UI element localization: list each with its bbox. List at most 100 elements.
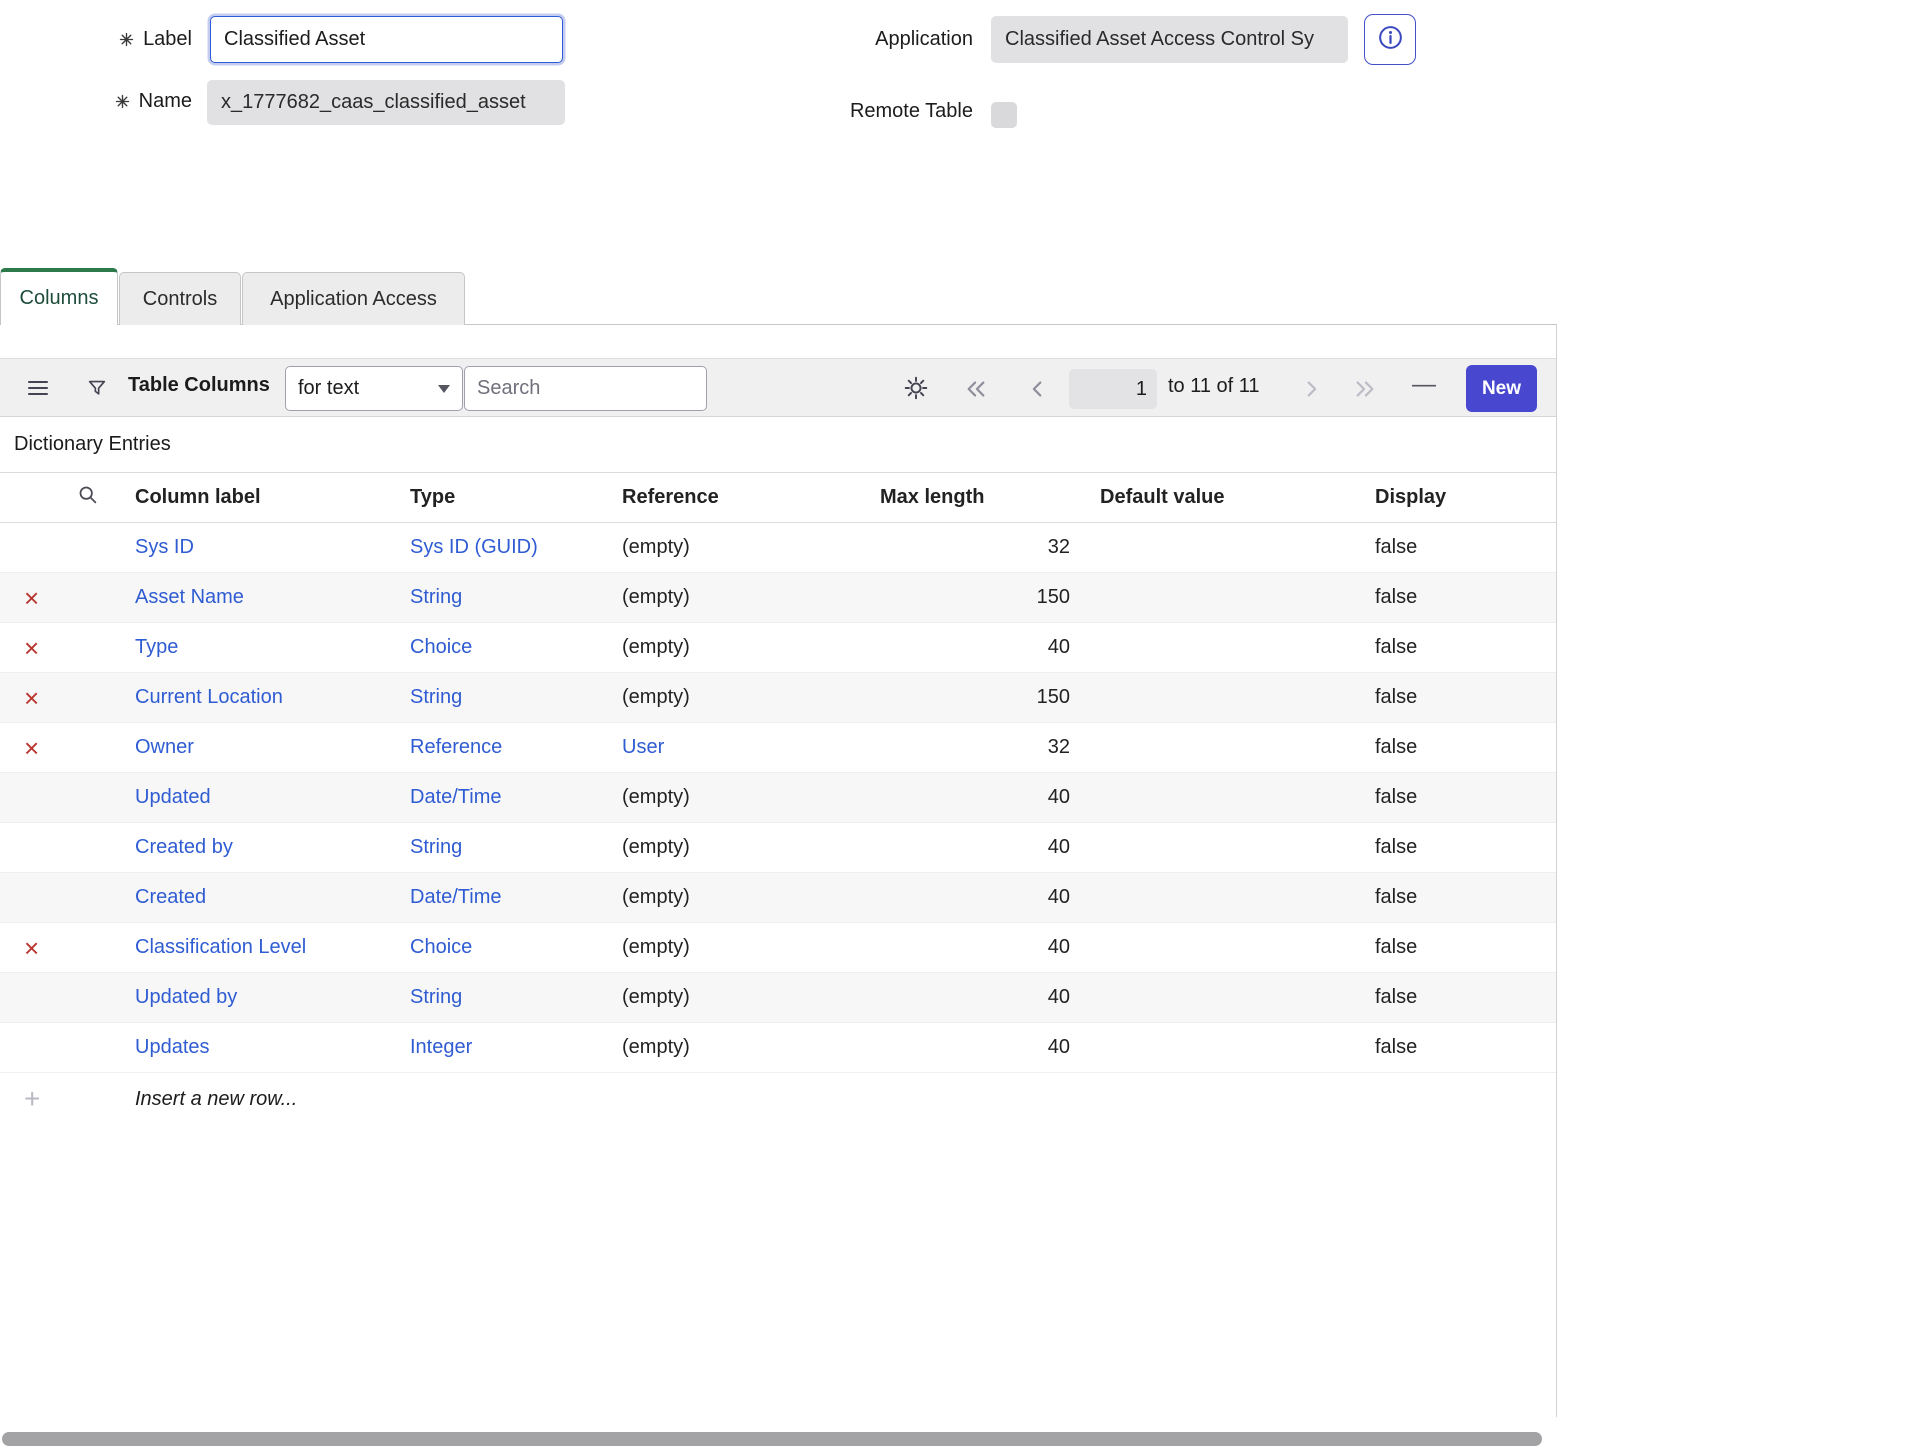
type-link[interactable]: Date/Time: [410, 886, 502, 908]
type-link[interactable]: Choice: [410, 936, 472, 958]
column-label-link[interactable]: Sys ID: [135, 536, 194, 558]
table-row: × Updated Date/Time (empty) 40 false: [0, 773, 1557, 823]
column-label-link[interactable]: Type: [135, 636, 178, 658]
first-page-button[interactable]: [963, 378, 989, 405]
new-button[interactable]: New: [1466, 365, 1537, 412]
column-label-link[interactable]: Created: [135, 886, 206, 908]
pagination-text: to 11 of 11: [1168, 375, 1260, 398]
insert-row-label[interactable]: Insert a new row...: [135, 1088, 297, 1110]
type-link[interactable]: Integer: [410, 1036, 472, 1058]
cell-max-length: 40: [855, 886, 1070, 909]
type-link[interactable]: Choice: [410, 636, 472, 658]
cell-delete: ×: [0, 838, 110, 858]
column-label-link[interactable]: Owner: [135, 736, 194, 758]
reference-value: (empty): [622, 836, 690, 858]
cell-max-length: 150: [855, 586, 1070, 609]
header-display[interactable]: Display: [1350, 486, 1557, 509]
column-label-link[interactable]: Updated by: [135, 986, 237, 1008]
column-label-link[interactable]: Current Location: [135, 686, 283, 708]
type-link[interactable]: String: [410, 586, 462, 608]
previous-page-button[interactable]: [1027, 378, 1049, 405]
reference-value: (empty): [622, 586, 690, 608]
cell-type: String: [410, 686, 622, 709]
list-title: Table Columns: [128, 374, 270, 397]
cell-delete: ×: [0, 938, 110, 958]
cell-reference: User: [622, 736, 855, 759]
delete-row-icon[interactable]: ×: [24, 738, 39, 758]
column-label-link[interactable]: Updated: [135, 786, 211, 808]
mandatory-icon: [119, 32, 134, 47]
name-field-label: Name: [0, 90, 192, 113]
cell-type: Choice: [410, 636, 622, 659]
remote-table-text: Remote Table: [850, 100, 973, 123]
cell-type: Reference: [410, 736, 622, 759]
reference-value[interactable]: User: [622, 736, 664, 758]
remote-table-label: Remote Table: [601, 100, 973, 123]
column-label-link[interactable]: Classification Level: [135, 936, 306, 958]
cell-column-label: Updated: [110, 786, 410, 809]
horizontal-scrollbar[interactable]: [2, 1432, 1542, 1446]
cell-delete: ×: [0, 638, 110, 658]
header-search-cell[interactable]: [0, 484, 110, 511]
insert-new-row[interactable]: + Insert a new row...: [0, 1073, 1557, 1125]
plus-icon[interactable]: +: [24, 1088, 40, 1110]
cell-reference: (empty): [622, 886, 855, 909]
type-link[interactable]: String: [410, 836, 462, 858]
application-field-label: Application: [601, 28, 973, 51]
cell-delete: ×: [0, 538, 110, 558]
search-input[interactable]: [464, 366, 707, 411]
application-info-button[interactable]: [1364, 14, 1416, 65]
cell-display: false: [1350, 736, 1557, 759]
delete-row-icon[interactable]: ×: [24, 688, 39, 708]
delete-row-icon[interactable]: ×: [24, 938, 39, 958]
cell-max-length: 40: [855, 986, 1070, 1009]
cell-column-label: Updated by: [110, 986, 410, 1009]
tab-controls[interactable]: Controls: [119, 272, 241, 325]
column-label-link[interactable]: Updates: [135, 1036, 210, 1058]
type-link[interactable]: String: [410, 986, 462, 1008]
page-number-input[interactable]: [1069, 369, 1157, 409]
type-link[interactable]: Sys ID (GUID): [410, 536, 538, 558]
collapse-list-button[interactable]: —: [1412, 371, 1436, 399]
cell-display: false: [1350, 1036, 1557, 1059]
cell-max-length: 150: [855, 686, 1070, 709]
cell-delete: ×: [0, 1038, 110, 1058]
application-readonly-field: Classified Asset Access Control Sy: [991, 16, 1348, 63]
cell-column-label: Owner: [110, 736, 410, 759]
label-field-text: Label: [143, 28, 192, 51]
header-type[interactable]: Type: [410, 486, 622, 509]
search-field-select[interactable]: for text: [285, 366, 463, 411]
double-chevron-right-icon: [1352, 378, 1378, 405]
filter-button[interactable]: [86, 377, 108, 404]
type-link[interactable]: Reference: [410, 736, 502, 758]
delete-row-icon[interactable]: ×: [24, 638, 39, 658]
cell-type: Date/Time: [410, 886, 622, 909]
type-link[interactable]: String: [410, 686, 462, 708]
list-settings-button[interactable]: [903, 375, 929, 406]
last-page-button[interactable]: [1352, 378, 1378, 405]
cell-column-label: Created by: [110, 836, 410, 859]
delete-row-icon[interactable]: ×: [24, 588, 39, 608]
tab-application-access[interactable]: Application Access: [242, 272, 465, 325]
list-menu-button[interactable]: [26, 376, 50, 405]
label-input[interactable]: [210, 16, 563, 63]
remote-table-checkbox[interactable]: [991, 102, 1017, 128]
chevron-left-icon: [1027, 378, 1049, 405]
reference-value: (empty): [622, 986, 690, 1008]
cell-type: Date/Time: [410, 786, 622, 809]
search-field-select-value: for text: [298, 377, 359, 400]
next-page-button[interactable]: [1300, 378, 1322, 405]
column-label-link[interactable]: Created by: [135, 836, 233, 858]
header-reference[interactable]: Reference: [622, 486, 855, 509]
cell-column-label: Type: [110, 636, 410, 659]
header-max-length[interactable]: Max length: [855, 486, 1070, 509]
cell-display: false: [1350, 936, 1557, 959]
header-default-value[interactable]: Default value: [1070, 486, 1350, 509]
column-label-link[interactable]: Asset Name: [135, 586, 244, 608]
cell-display: false: [1350, 686, 1557, 709]
header-column-label[interactable]: Column label: [110, 486, 410, 509]
type-link[interactable]: Date/Time: [410, 786, 502, 808]
application-field-text: Application: [875, 28, 973, 51]
section-title-text: Dictionary Entries: [14, 433, 171, 456]
tab-columns[interactable]: Columns: [0, 268, 118, 325]
